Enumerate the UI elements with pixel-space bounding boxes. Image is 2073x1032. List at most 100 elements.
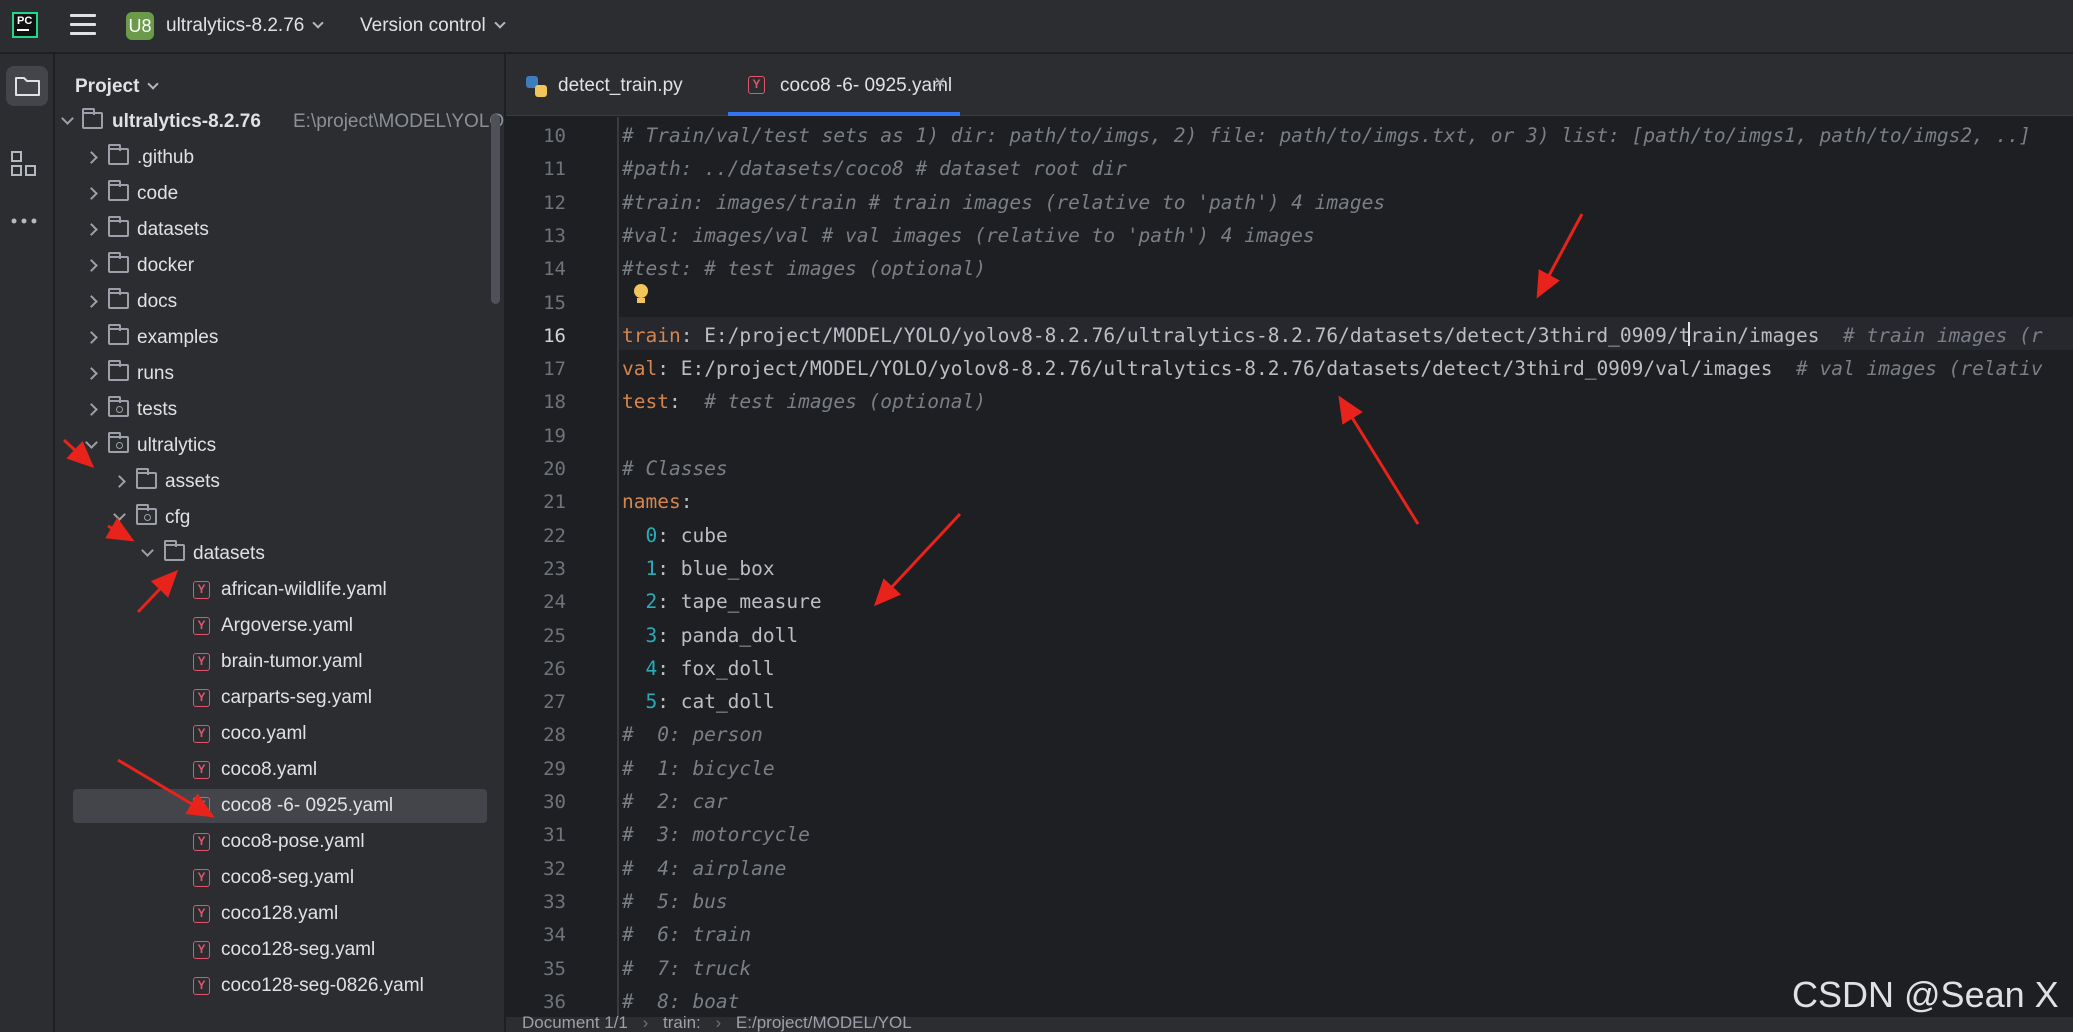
more-tools-icon[interactable] — [10, 216, 44, 226]
tree-folder-item[interactable]: cfg — [55, 501, 504, 535]
tree-folder-item[interactable]: datasets — [55, 537, 504, 571]
tree-folder-item[interactable]: datasets — [55, 213, 504, 247]
line-number: 21 — [543, 491, 566, 514]
tree-file-item[interactable]: Y Argoverse.yaml — [55, 609, 504, 643]
code-line[interactable]: # Classes — [622, 452, 728, 485]
line-number: 33 — [543, 890, 566, 913]
folder-icon — [108, 252, 129, 273]
chevron-right-icon[interactable] — [85, 367, 98, 380]
line-number: 12 — [543, 191, 566, 214]
line-number: 22 — [543, 524, 566, 547]
breadcrumb-item[interactable]: E:/project/MODEL/YOL — [736, 1013, 912, 1032]
lightbulb-icon[interactable] — [634, 284, 648, 303]
code-line[interactable]: #train: images/train # train images (rel… — [622, 186, 1385, 219]
close-icon[interactable]: × — [934, 72, 946, 95]
tree-file-item[interactable]: Ycoco8-seg.yaml — [55, 861, 504, 895]
code-line[interactable]: 3: panda_doll — [622, 619, 798, 652]
tree-file-item[interactable]: Ycoco8.yaml — [55, 753, 504, 787]
code-line[interactable]: # 3: motorcycle — [622, 818, 810, 851]
chevron-down-icon[interactable] — [85, 436, 98, 449]
code-line[interactable]: 0: cube — [622, 519, 727, 552]
code-line[interactable]: # 6: train — [622, 918, 751, 951]
code-line[interactable]: #val: images/val # val images (relative … — [622, 219, 1315, 252]
code-line[interactable]: # 2: car — [622, 785, 728, 818]
code-line[interactable]: 4: fox_doll — [622, 652, 774, 685]
tree-folder-item[interactable]: docs — [55, 285, 504, 319]
tree-folder-item[interactable]: .github — [55, 141, 504, 175]
tree-file-item[interactable]: Ycoco8 -6- 0925.yaml — [73, 789, 487, 823]
code-line[interactable]: train: E:/project/MODEL/YOLO/yolov8-8.2.… — [622, 319, 2043, 352]
chevron-right-icon[interactable] — [85, 331, 98, 344]
code-line[interactable]: test: # test images (optional) — [622, 385, 986, 418]
tree-file-item[interactable]: Ycoco.yaml — [55, 717, 504, 751]
project-scrollbar[interactable] — [491, 114, 500, 304]
chevron-right-icon[interactable] — [113, 475, 126, 488]
code-line[interactable]: names: — [622, 485, 716, 518]
code-line[interactable]: # 0: person — [622, 718, 763, 751]
main-menu-icon[interactable] — [70, 14, 96, 36]
chevron-right-icon[interactable] — [85, 223, 98, 236]
tree-file-item[interactable]: Ycoco128-seg-0826.yaml — [55, 969, 504, 1003]
tree-item-label: examples — [137, 327, 219, 348]
tree-folder-item[interactable]: examples — [55, 321, 504, 355]
tree-folder-item[interactable]: code — [55, 177, 504, 211]
chevron-right-icon[interactable] — [85, 295, 98, 308]
folder-icon — [108, 288, 129, 309]
chevron-right-icon[interactable] — [85, 259, 98, 272]
project-badge[interactable]: U8 — [126, 12, 154, 40]
code-line[interactable]: 2: tape_measure — [622, 585, 821, 618]
folder-icon — [108, 324, 129, 345]
tree-folder-item[interactable]: docker — [55, 249, 504, 283]
tree-folder-item[interactable]: tests — [55, 393, 504, 427]
pycharm-logo-icon[interactable]: PC — [12, 12, 38, 38]
breadcrumb-item[interactable]: train: — [663, 1013, 701, 1032]
yaml-comment: # 2: car — [622, 790, 728, 813]
code-line[interactable]: val: E:/project/MODEL/YOLO/yolov8-8.2.76… — [622, 352, 2043, 385]
line-number: 31 — [543, 824, 566, 847]
tree-root[interactable]: ultralytics-8.2.76 E:\project\MODEL\YOLO — [55, 105, 504, 139]
yaml-comment: # Train/val/test sets as 1) dir: path/to… — [622, 124, 2031, 147]
tab-label: coco8 -6- 0925.yaml — [780, 75, 953, 96]
tree-file-item[interactable]: Ycarparts-seg.yaml — [55, 681, 504, 715]
project-tool-button[interactable] — [6, 66, 48, 106]
chevron-down-icon[interactable] — [61, 112, 74, 125]
structure-icon[interactable] — [10, 150, 44, 184]
tree-file-item[interactable]: Ycoco8-pose.yaml — [55, 825, 504, 859]
chevron-right-icon[interactable] — [85, 187, 98, 200]
vcs-menu[interactable]: Version control — [360, 15, 506, 37]
watermark: CSDN @Sean X — [1792, 974, 2059, 1015]
code-line[interactable]: #path: ../datasets/coco8 # dataset root … — [622, 152, 1127, 185]
tree-file-item[interactable]: Ycoco128-seg.yaml — [55, 933, 504, 967]
code-editor[interactable]: 10 11 12 13 14 15 16 17 18 19 20 21 22 23 24 25 26 27 28 29… — [506, 117, 2073, 1017]
tree-folder-item[interactable]: ultralytics — [55, 429, 504, 463]
project-name: ultralytics-8.2.76 — [166, 15, 305, 36]
tree-file-item[interactable]: Ycoco128.yaml — [55, 897, 504, 931]
project-switcher[interactable]: ultralytics-8.2.76 — [166, 15, 325, 37]
chevron-right-icon[interactable] — [85, 151, 98, 164]
tree-folder-item[interactable]: assets — [55, 465, 504, 499]
line-number: 17 — [543, 358, 566, 381]
chevron-right-icon[interactable] — [85, 403, 98, 416]
code-line[interactable]: #test: # test images (optional) — [622, 252, 986, 285]
chevron-down-icon[interactable] — [141, 544, 154, 557]
code-line[interactable]: # Train/val/test sets as 1) dir: path/to… — [622, 119, 2031, 152]
project-panel-header[interactable]: Project — [75, 76, 160, 98]
code-line[interactable]: 1: blue_box — [622, 552, 774, 585]
tree-file-item[interactable]: Ybrain-tumor.yaml — [55, 645, 504, 679]
folder-icon — [15, 77, 40, 96]
yaml-file-icon: Y — [193, 905, 210, 923]
code-line[interactable]: # 1: bicycle — [622, 752, 775, 785]
code-line[interactable]: 5: cat_doll — [622, 685, 774, 718]
tree-file-item[interactable]: Yafrican-wildlife.yaml — [55, 573, 504, 607]
python-file-icon — [526, 76, 548, 98]
code-line[interactable]: # 5: bus — [622, 885, 728, 918]
tree-item-label: docs — [137, 291, 178, 312]
chevron-down-icon[interactable] — [113, 508, 126, 521]
tab-detect-train[interactable]: detect_train.py — [506, 54, 716, 116]
tree-folder-item[interactable]: runs — [55, 357, 504, 391]
tab-coco8-yaml[interactable]: Y coco8 -6- 0925.yaml × — [728, 54, 960, 116]
code-line[interactable]: # 7: truck — [622, 952, 751, 985]
class-index: 4 — [645, 656, 658, 680]
tool-window-bar — [0, 54, 54, 1032]
code-line[interactable]: # 4: airplane — [622, 852, 786, 885]
